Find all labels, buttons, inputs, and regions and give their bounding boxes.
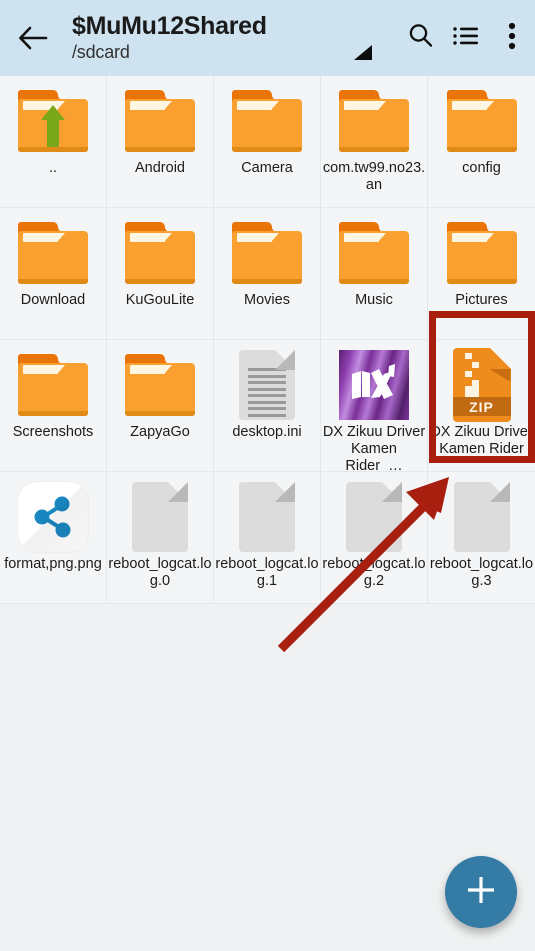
item-label: reboot_logcat.log.0 [108, 556, 212, 589]
text-file-icon [230, 348, 304, 422]
grid-item-config[interactable]: config [428, 76, 535, 208]
item-label: reboot_logcat.log.1 [215, 556, 319, 589]
folder-icon [123, 348, 197, 422]
grid-item-music[interactable]: Music [321, 208, 428, 340]
grid-item-logcat-1[interactable]: reboot_logcat.log.1 [214, 472, 321, 604]
folder-icon [123, 216, 197, 290]
zip-badge-label: ZIP [469, 398, 494, 415]
grid-item-pictures[interactable]: Pictures [428, 208, 535, 340]
more-vertical-icon [508, 22, 516, 55]
list-view-button[interactable] [443, 0, 489, 76]
item-label: DX Zikuu Driver Kamen Rider [430, 424, 533, 457]
item-label: ZapyaGo [130, 424, 190, 440]
item-label: reboot_logcat.log.3 [429, 556, 534, 589]
item-label: Android [135, 160, 185, 176]
grid-item-screenshots[interactable]: Screenshots [0, 340, 107, 472]
blank-file-icon [123, 480, 197, 554]
item-label: Music [355, 292, 393, 308]
page-subtitle-path: /sdcard [72, 41, 130, 62]
grid-item-parent[interactable]: .. [0, 76, 107, 208]
folder-icon [230, 84, 304, 158]
item-label: desktop.ini [232, 424, 302, 440]
file-grid: .. Android Camera com.tw99.no23.an confi [0, 76, 535, 604]
item-label: reboot_logcat.log.2 [322, 556, 426, 589]
grid-item-camera[interactable]: Camera [214, 76, 321, 208]
folder-up-icon [16, 84, 90, 158]
grid-item-format-png[interactable]: format,png.png [0, 472, 107, 604]
search-button[interactable] [397, 0, 443, 76]
folder-icon [123, 84, 197, 158]
grid-item-logcat-2[interactable]: reboot_logcat.log.2 [321, 472, 428, 604]
item-label: KuGouLite [125, 292, 195, 308]
item-label: com.tw99.no23.an [322, 160, 426, 193]
item-label: Movies [244, 292, 290, 308]
folder-icon [16, 216, 90, 290]
grid-item-logcat-0[interactable]: reboot_logcat.log.0 [107, 472, 214, 604]
folder-icon [445, 84, 519, 158]
share-png-icon [16, 480, 90, 554]
item-label: Screenshots [12, 424, 94, 440]
grid-item-kugoulite[interactable]: KuGouLite [107, 208, 214, 340]
grid-item-dx-zikuu-zip[interactable]: ZIP DX Zikuu Driver Kamen Rider [428, 340, 535, 472]
folder-icon [230, 216, 304, 290]
grid-item-com-tw99[interactable]: com.tw99.no23.an [321, 76, 428, 208]
grid-item-download[interactable]: Download [0, 208, 107, 340]
grid-item-dx-zikuu-image[interactable]: DX Zikuu Driver Kamen Rider_… [321, 340, 428, 472]
item-label: format,png.png [4, 556, 102, 572]
grid-item-movies[interactable]: Movies [214, 208, 321, 340]
item-label: .. [48, 160, 58, 176]
search-icon [407, 22, 434, 54]
list-view-icon [452, 25, 480, 52]
path-title-group: $MuMu12Shared /sdcard [66, 12, 397, 63]
folder-icon [445, 216, 519, 290]
app-header: $MuMu12Shared /sdcard [0, 0, 535, 76]
add-button[interactable] [445, 856, 517, 928]
cursor-triangle-marker [354, 45, 372, 60]
grid-item-zapyago[interactable]: ZapyaGo [107, 340, 214, 472]
item-label: config [462, 160, 501, 176]
folder-icon [337, 84, 411, 158]
item-label: Pictures [455, 292, 508, 308]
item-label: DX Zikuu Driver Kamen Rider_… [322, 424, 426, 472]
blank-file-icon [337, 480, 411, 554]
image-thumbnail [337, 348, 411, 422]
grid-item-logcat-3[interactable]: reboot_logcat.log.3 [428, 472, 535, 604]
page-title: $MuMu12Shared [72, 11, 267, 40]
grid-item-desktop-ini[interactable]: desktop.ini [214, 340, 321, 472]
grid-item-android[interactable]: Android [107, 76, 214, 208]
zip-file-icon: ZIP [445, 348, 519, 422]
back-button[interactable] [0, 0, 66, 76]
plus-icon [465, 874, 497, 911]
folder-icon [337, 216, 411, 290]
overflow-menu-button[interactable] [489, 0, 535, 76]
folder-icon [16, 348, 90, 422]
item-label: Download [20, 292, 86, 308]
blank-file-icon [445, 480, 519, 554]
blank-file-icon [230, 480, 304, 554]
file-manager-screen: $MuMu12Shared /sdcard .. Android Camera … [0, 0, 535, 951]
item-label: Camera [241, 160, 293, 176]
